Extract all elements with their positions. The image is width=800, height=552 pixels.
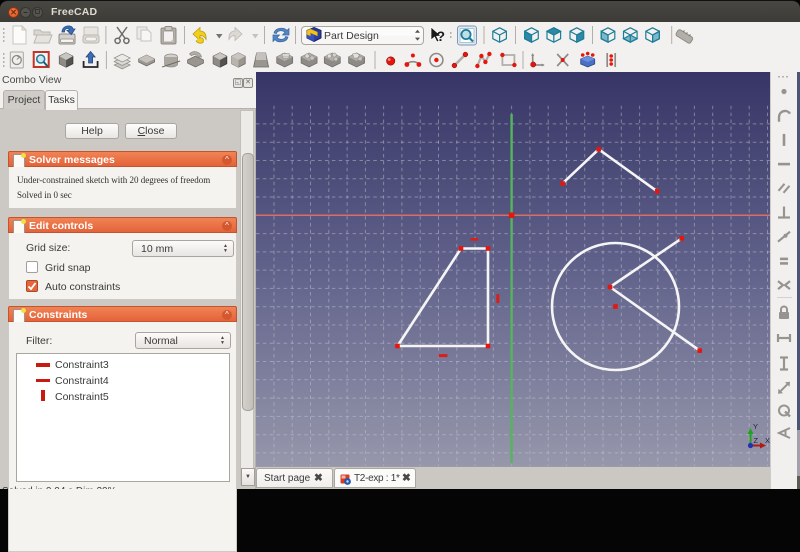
svg-text:Y: Y — [753, 422, 758, 431]
svg-text:?: ? — [437, 28, 446, 44]
svg-text:Z: Z — [754, 436, 759, 445]
svg-text:Part Design: Part Design — [324, 30, 379, 42]
